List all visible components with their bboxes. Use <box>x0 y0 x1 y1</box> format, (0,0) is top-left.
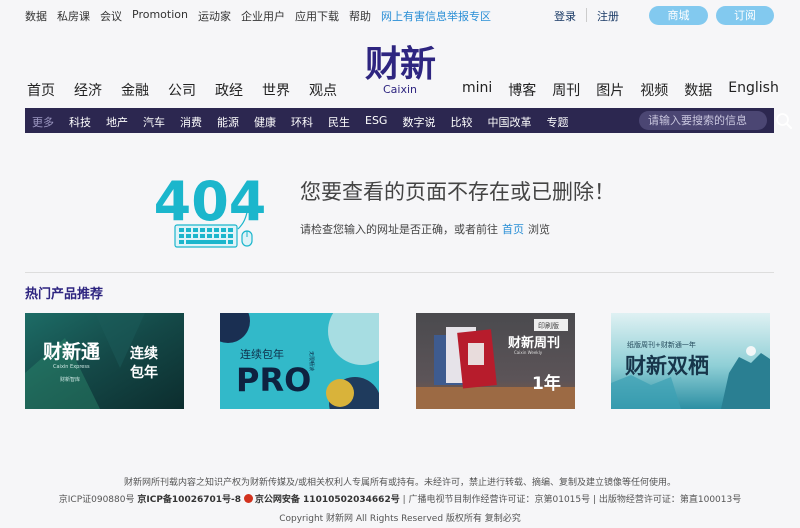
channel-energy[interactable]: 能源 <box>217 114 239 130</box>
nav-economy[interactable]: 经济 <box>74 80 102 100</box>
card1-note: 财新智库 <box>60 376 80 383</box>
footer-police-record[interactable]: 京公网安备 11010502034662号 <box>255 495 400 505</box>
nav-video[interactable]: 视频 <box>640 80 668 100</box>
product-card-pro[interactable]: 连续包年 PRO 无限畅读 <box>220 313 379 409</box>
card4-title: 财新双栖 <box>625 354 709 378</box>
pro-banner: 连续包年 PRO 无限畅读 <box>220 313 379 409</box>
nav-mini[interactable]: mini <box>462 80 492 100</box>
channel-data-talk[interactable]: 数字说 <box>402 114 435 130</box>
police-badge-icon <box>243 494 253 503</box>
top-bar: 数据 私房课 会议 Promotion 运动家 企业用户 应用下载 帮助 网上有… <box>0 0 800 30</box>
top-link-private-class[interactable]: 私房课 <box>57 8 90 24</box>
error-hint-before: 请检查您输入的网址是否正确，或者前往 <box>300 223 498 236</box>
channel-auto[interactable]: 汽车 <box>143 114 165 130</box>
channel-topics[interactable]: 专题 <box>546 114 568 130</box>
card2-title: PRO <box>236 361 311 399</box>
shop-button[interactable]: 商城 <box>649 6 708 25</box>
report-link[interactable]: 网上有害信息举报专区 <box>381 8 491 24</box>
search-icon[interactable] <box>774 111 794 131</box>
footer-copyright-notice: 财新网所刊载内容之知识产权为财新传媒及/或相关权利人专属所有或持有。未经许可，禁… <box>123 478 677 488</box>
error-code: 404 <box>154 170 267 233</box>
nav-finance[interactable]: 金融 <box>121 80 149 100</box>
card3-badge: 印刷版 <box>538 321 559 330</box>
card3-years: 1年 <box>532 373 561 394</box>
channel-tech[interactable]: 科技 <box>69 114 91 130</box>
product-card-weekly[interactable]: 印刷版 财新周刊 Caixin Weekly 1年 <box>416 313 575 409</box>
hot-products-title: 热门产品推荐 <box>25 287 104 302</box>
product-card-caixin-express[interactable]: 财新通 Caixin Express 财新智库 连续 包年 <box>25 313 184 409</box>
channel-more[interactable]: 更多 <box>32 114 54 130</box>
card1-tag1: 连续 <box>130 345 158 362</box>
account-divider <box>586 8 587 22</box>
channel-compare[interactable]: 比较 <box>450 114 472 130</box>
error-hint-after: 浏览 <box>528 223 550 236</box>
main-nav-left: 首页 经济 金融 公司 政经 世界 观点 <box>27 80 356 100</box>
login-link[interactable]: 登录 <box>554 8 576 24</box>
top-link-sports[interactable]: 运动家 <box>198 8 231 24</box>
nav-politics[interactable]: 政经 <box>215 80 243 100</box>
footer-licenses: 京ICP证090880号 京ICP备10026701号-8 京公网安备 1101… <box>0 492 800 505</box>
card3-title: 财新周刊 <box>508 335 560 351</box>
nav-data[interactable]: 数据 <box>684 80 712 100</box>
subscribe-button[interactable]: 订阅 <box>716 6 774 25</box>
footer-icp-license[interactable]: 京ICP证090880号 <box>59 495 135 505</box>
error-title: 您要查看的页面不存在或已删除！ <box>300 180 615 204</box>
card1-title: 财新通 <box>43 340 101 363</box>
caixin-logo[interactable]: 财新 Caixin <box>358 44 442 96</box>
channel-property[interactable]: 地产 <box>106 114 128 130</box>
channel-list: 更多 科技 地产 汽车 消费 能源 健康 环科 民生 ESG 数字说 比较 中国… <box>32 114 583 130</box>
channel-health[interactable]: 健康 <box>254 114 276 130</box>
nav-photos[interactable]: 图片 <box>596 80 624 100</box>
nav-world[interactable]: 世界 <box>262 80 290 100</box>
nav-companies[interactable]: 公司 <box>168 80 196 100</box>
card2-top: 连续包年 <box>240 347 284 361</box>
top-link-conference[interactable]: 会议 <box>100 8 122 24</box>
channel-esg[interactable]: ESG <box>365 114 387 130</box>
card1-subtitle: Caixin Express <box>53 364 90 370</box>
register-link[interactable]: 注册 <box>597 8 619 24</box>
footer-icp-record[interactable]: 京ICP备10026701号-8 <box>137 495 241 505</box>
nav-blog[interactable]: 博客 <box>508 80 536 100</box>
search-input[interactable] <box>639 111 767 130</box>
channel-china-reform[interactable]: 中国改革 <box>487 114 531 130</box>
channel-consumer[interactable]: 消费 <box>180 114 202 130</box>
home-link[interactable]: 首页 <box>502 223 524 236</box>
card1-tag2: 包年 <box>130 364 158 381</box>
nav-opinion[interactable]: 观点 <box>309 80 337 100</box>
error-hint: 请检查您输入的网址是否正确，或者前往 首页 浏览 <box>300 221 550 237</box>
dual-banner: 纸版周刊+财新通一年 财新双栖 <box>611 313 770 409</box>
product-card-dual[interactable]: 纸版周刊+财新通一年 财新双栖 <box>611 313 770 409</box>
section-divider <box>25 272 774 273</box>
footer-other-licenses: | 广播电视节目制作经营许可证：京第01015号 | 出版物经营许可证：第直10… <box>402 495 742 505</box>
footer-copyright: Copyright 财新网 All Rights Reserved 版权所有 复… <box>279 514 521 524</box>
keyboard-icon <box>174 224 238 248</box>
channel-livelihood[interactable]: 民生 <box>328 114 350 130</box>
top-link-data[interactable]: 数据 <box>25 8 47 24</box>
nav-weekly[interactable]: 周刊 <box>552 80 580 100</box>
nav-home[interactable]: 首页 <box>27 80 55 100</box>
card3-subtitle: Caixin Weekly <box>514 350 543 355</box>
error-404-illustration: 404 <box>154 170 267 248</box>
logo-chinese: 财新 <box>364 43 436 85</box>
card4-top: 纸版周刊+财新通一年 <box>627 340 696 349</box>
nav-english[interactable]: English <box>728 80 779 100</box>
top-link-promotion[interactable]: Promotion <box>132 8 188 24</box>
top-links: 数据 私房课 会议 Promotion 运动家 企业用户 应用下载 帮助 网上有… <box>25 8 501 24</box>
card2-side: 无限畅读 <box>308 351 315 371</box>
main-nav-right: mini 博客 周刊 图片 视频 数据 English <box>462 80 795 100</box>
top-link-enterprise[interactable]: 企业用户 <box>241 8 285 24</box>
caixin-express-banner: 财新通 Caixin Express 财新智库 连续 包年 <box>25 313 184 409</box>
channel-environment[interactable]: 环科 <box>291 114 313 130</box>
channel-bar: 更多 科技 地产 汽车 消费 能源 健康 环科 民生 ESG 数字说 比较 中国… <box>25 108 792 133</box>
top-link-help[interactable]: 帮助 <box>349 8 371 24</box>
weekly-banner: 印刷版 财新周刊 Caixin Weekly 1年 <box>416 313 575 409</box>
top-link-app-download[interactable]: 应用下载 <box>295 8 339 24</box>
account-links: 登录 注册 <box>554 8 619 24</box>
